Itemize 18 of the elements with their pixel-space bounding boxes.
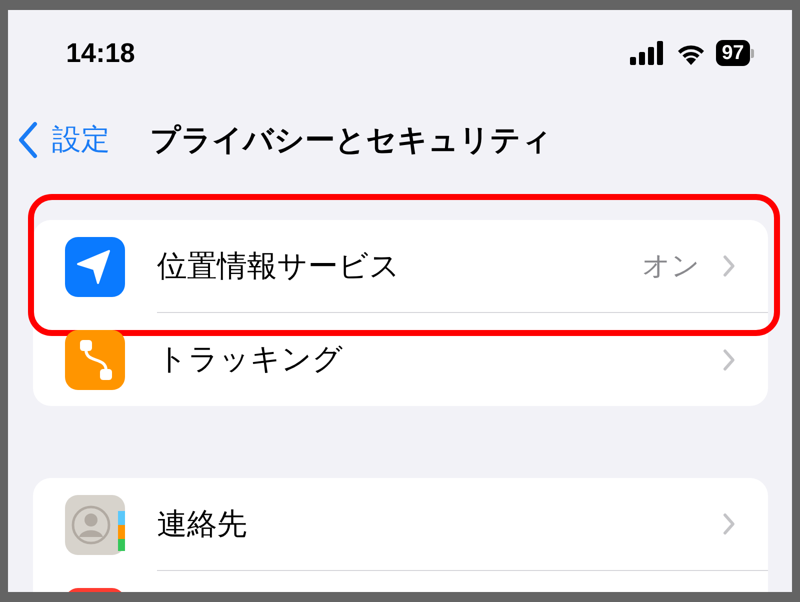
chevron-left-icon <box>18 121 38 159</box>
battery-level: 97 <box>716 40 750 66</box>
back-button[interactable]: 設定 <box>18 120 110 160</box>
chevron-right-icon <box>722 254 736 278</box>
row-label: 連絡先 <box>157 506 247 544</box>
page-title: プライバシーとセキュリティ <box>150 122 552 160</box>
settings-row[interactable]: 連絡先 <box>33 478 768 571</box>
tracking-path-icon <box>65 330 125 390</box>
chevron-right-icon <box>722 348 736 372</box>
row-label: トラッキング <box>157 341 343 379</box>
status-time: 14:18 <box>66 38 136 68</box>
row-label: 位置情報サービス <box>157 248 400 286</box>
row-value: オン <box>642 248 700 284</box>
contacts-book-icon <box>65 494 125 554</box>
settings-row[interactable]: 位置情報サービス オン <box>33 220 768 313</box>
signal-icon <box>630 41 666 65</box>
chevron-right-icon <box>722 512 736 536</box>
settings-row[interactable]: トラッキング <box>33 313 768 406</box>
